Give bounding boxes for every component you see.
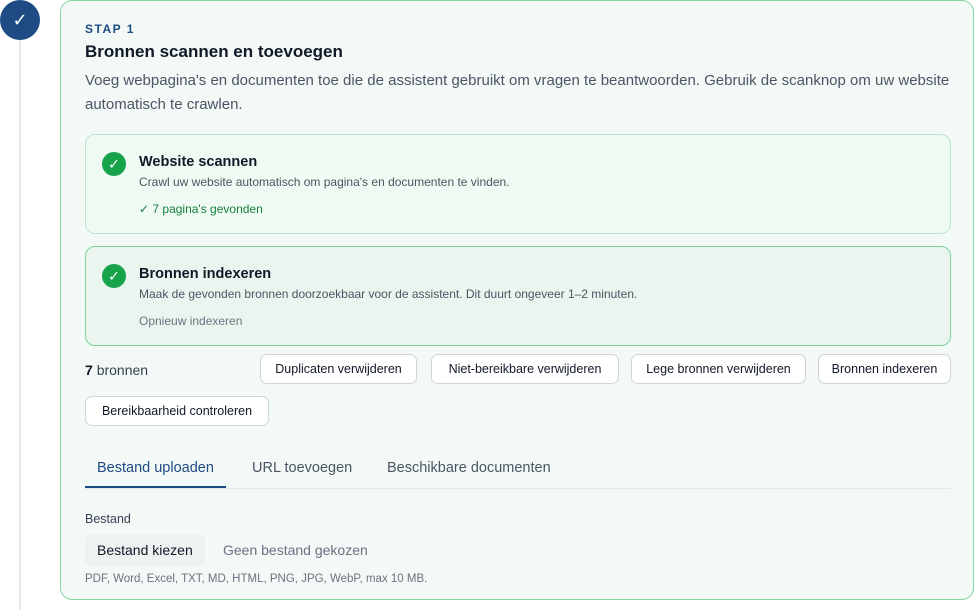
check-circle-icon: ✓ (102, 264, 126, 288)
tab-upload-file[interactable]: Bestand uploaden (85, 460, 226, 488)
file-field-label: Bestand (85, 512, 131, 526)
index-title: Bronnen indexeren (139, 266, 272, 282)
choose-file-button[interactable]: Bestand kiezen (85, 534, 205, 566)
step-description: Voeg webpagina's en documenten toe die d… (85, 72, 950, 113)
remove-unreachable-button[interactable]: Niet-bereikbare verwijderen (431, 354, 619, 384)
remove-empty-button[interactable]: Lege bronnen verwijderen (631, 354, 806, 384)
no-file-chosen-text: Geen bestand gekozen (223, 542, 368, 558)
step-card: STAP 1 Bronnen scannen en toevoegen Voeg… (60, 0, 974, 600)
step-complete-icon: ✓ (0, 0, 40, 40)
tab-add-url[interactable]: URL toevoegen (252, 460, 352, 486)
timeline-line (19, 30, 21, 610)
source-count-value: 7 (85, 362, 93, 378)
source-tabs: Bestand uploaden URL toevoegen Beschikba… (85, 454, 951, 489)
index-sources-button[interactable]: Bronnen indexeren (818, 354, 951, 384)
source-count: 7 bronnen (85, 362, 148, 378)
step-label: STAP 1 (85, 22, 135, 36)
step-title: Bronnen scannen en toevoegen (85, 42, 343, 61)
check-circle-icon: ✓ (102, 152, 126, 176)
scan-status: ✓ 7 pagina's gevonden (139, 202, 263, 216)
scan-description: Crawl uw website automatisch om pagina's… (139, 175, 510, 189)
remove-duplicates-button[interactable]: Duplicaten verwijderen (260, 354, 417, 384)
reindex-link[interactable]: Opnieuw indexeren (139, 314, 242, 328)
scan-title: Website scannen (139, 154, 258, 170)
source-count-label: bronnen (96, 362, 149, 378)
index-description: Maak de gevonden bronnen doorzoekbaar vo… (139, 287, 638, 301)
website-scan-card: ✓ Website scannen Crawl uw website autom… (85, 134, 951, 234)
check-reachability-button[interactable]: Bereikbaarheid controleren (85, 396, 269, 426)
index-sources-card: ✓ Bronnen indexeren Maak de gevonden bro… (85, 246, 951, 346)
tab-available-documents[interactable]: Beschikbare documenten (387, 460, 551, 486)
file-types-hint: PDF, Word, Excel, TXT, MD, HTML, PNG, JP… (85, 573, 428, 585)
